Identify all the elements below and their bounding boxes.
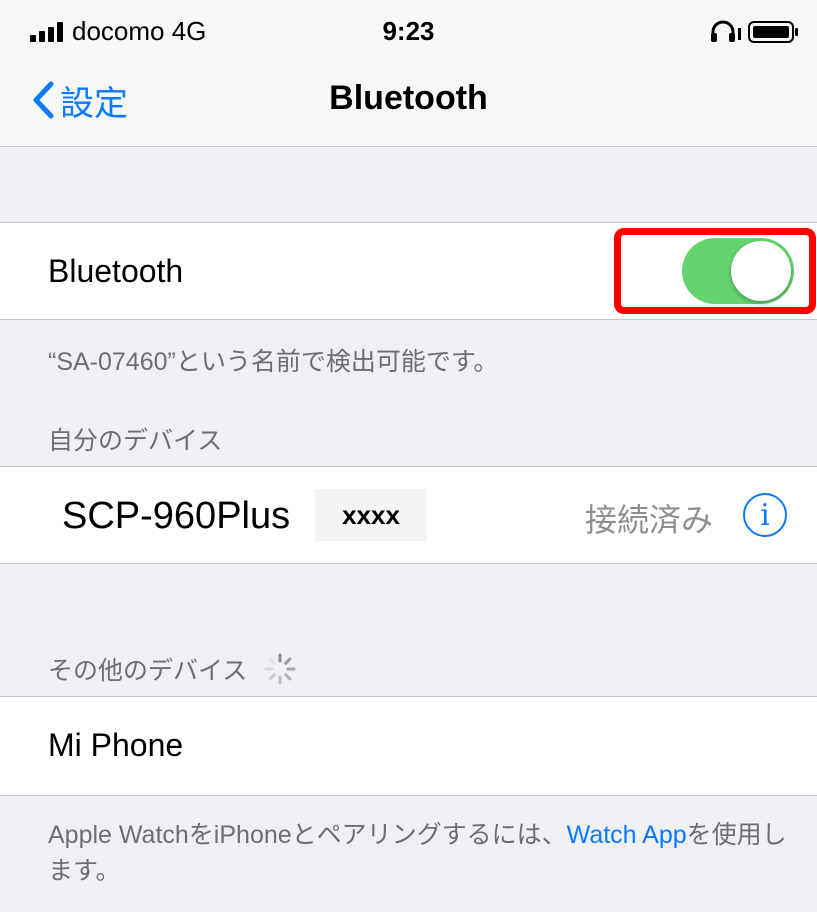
device-row[interactable]: SCP-960Plus xxxx 接続済み i: [0, 466, 817, 564]
info-icon[interactable]: i: [743, 493, 787, 537]
highlight-box: [614, 228, 816, 314]
pairing-note-text: Apple WatchをiPhoneとペアリングするには、: [48, 821, 567, 849]
discoverable-description: “SA-07460”という名前で検出可能です。: [48, 348, 499, 376]
battery-icon: [748, 21, 798, 43]
status-icons: [711, 20, 798, 43]
other-devices-header: その他のデバイス: [48, 651, 297, 687]
device-row[interactable]: Mi Phone: [0, 696, 817, 796]
apple-watch-pairing-note: Apple WatchをiPhoneとペアリングするには、Watch Appを使…: [48, 817, 788, 889]
my-devices-header: 自分のデバイス: [48, 427, 223, 455]
page-title: Bluetooth: [329, 79, 488, 117]
headphones-icon: [711, 20, 741, 42]
status-time: 9:23: [382, 16, 435, 46]
device-name: Mi Phone: [48, 727, 184, 763]
device-status: 接続済み: [585, 502, 714, 538]
bluetooth-label: Bluetooth: [48, 253, 184, 289]
status-bar: docomo 4G 9:23: [0, 0, 817, 60]
navigation-bar: 設定 Bluetooth: [0, 60, 817, 147]
loading-spinner-icon: [264, 653, 296, 685]
other-devices-header-label: その他のデバイス: [48, 657, 248, 685]
watch-app-link[interactable]: Watch App: [567, 821, 687, 849]
device-name-redaction: xxxx: [315, 489, 427, 541]
device-name: SCP-960Plus: [62, 495, 291, 537]
